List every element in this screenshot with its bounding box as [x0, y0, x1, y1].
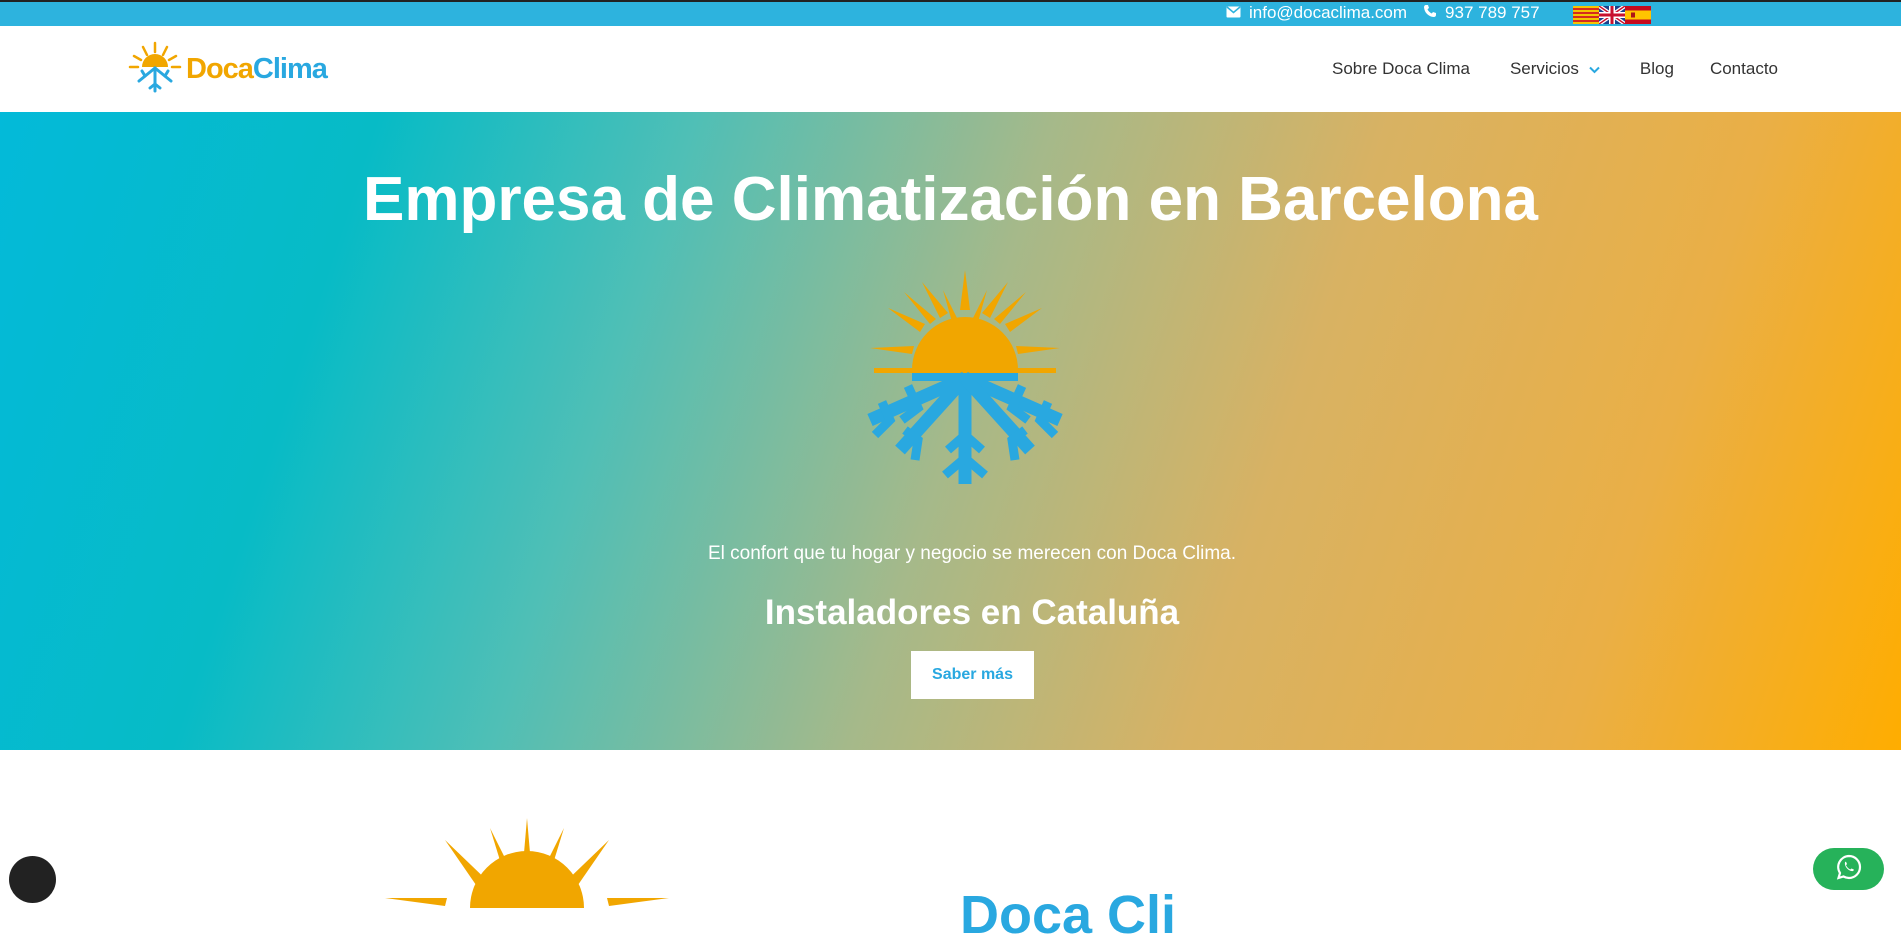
logo-text-clima: Clima [252, 53, 328, 85]
nav-item-servicios[interactable]: Servicios [1510, 59, 1600, 79]
hero-heading: Instaladores en Cataluña [764, 593, 1180, 632]
phone-icon [1423, 3, 1437, 23]
saber-mas-button[interactable]: Saber más [911, 651, 1034, 699]
uk-flag-icon[interactable] [1599, 6, 1625, 24]
whatsapp-icon [1835, 853, 1863, 886]
chevron-down-icon[interactable] [1589, 62, 1600, 77]
nav-label[interactable]: Blog [1640, 59, 1674, 79]
sun-snowflake-logo-icon [128, 40, 182, 99]
email-link[interactable]: info@docaclima.com [1226, 3, 1407, 23]
spain-flag-icon[interactable] [1625, 6, 1651, 24]
hero-section: Empresa de Climatización en Barcelona El… [0, 112, 1901, 750]
nav-item-blog[interactable]: Blog [1640, 59, 1674, 79]
top-contact-bar: info@docaclima.com 937 789 757 [0, 0, 1901, 26]
sun-snowflake-emblem-icon [860, 270, 1070, 495]
language-switcher [1573, 6, 1651, 24]
email-text[interactable]: info@docaclima.com [1249, 3, 1407, 23]
contact-info: info@docaclima.com 937 789 757 [1226, 3, 1540, 23]
site-header: DocaClima Sobre Doca Clima Servicios Blo… [0, 26, 1901, 112]
chat-circle-icon[interactable] [9, 856, 56, 903]
catalan-flag-icon[interactable] [1573, 6, 1599, 24]
phone-link[interactable]: 937 789 757 [1423, 3, 1540, 23]
nav-item-contacto[interactable]: Contacto [1710, 59, 1778, 79]
envelope-icon [1226, 3, 1241, 23]
phone-text[interactable]: 937 789 757 [1445, 3, 1540, 23]
nav-label[interactable]: Sobre Doca Clima [1332, 59, 1470, 79]
sun-emblem-partial-icon [385, 818, 675, 913]
section-heading: Doca Cli [960, 885, 1177, 945]
nav-item-sobre[interactable]: Sobre Doca Clima [1332, 59, 1470, 79]
logo-text-doca: Doca [186, 53, 254, 85]
whatsapp-button[interactable] [1813, 848, 1884, 890]
nav-label[interactable]: Servicios [1510, 59, 1579, 79]
nav-label[interactable]: Contacto [1710, 59, 1778, 79]
logo-wordmark: DocaClima [186, 53, 328, 86]
site-logo[interactable]: DocaClima [128, 40, 328, 99]
hero-title: Empresa de Climatización en Barcelona [363, 165, 1538, 234]
hero-subtitle: El confort que tu hogar y negocio se mer… [707, 543, 1237, 564]
main-nav: Sobre Doca Clima Servicios Blog Contacto [1332, 59, 1778, 79]
